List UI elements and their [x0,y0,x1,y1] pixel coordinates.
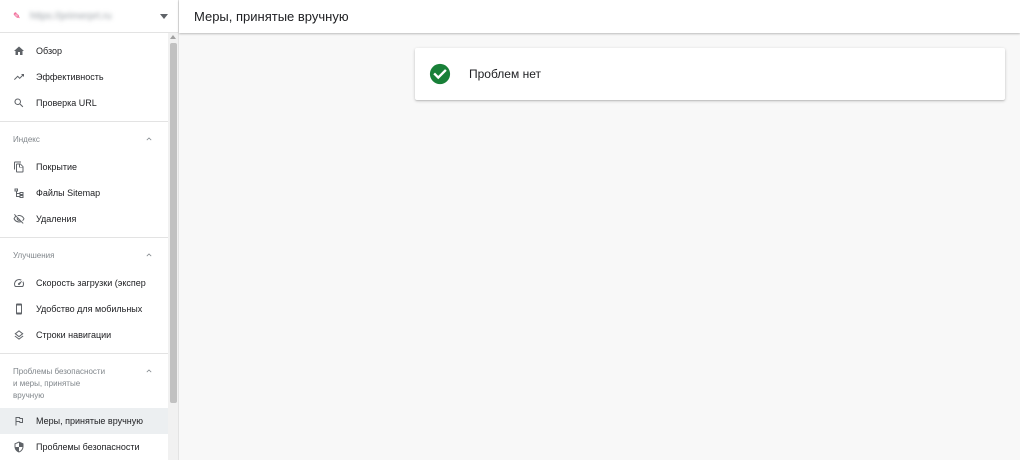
visibility-off-icon [13,213,25,225]
sidebar-item-label: Проверка URL [36,98,97,108]
sidebar-item-page-speed[interactable]: Скорость загрузки (экспер [0,270,168,296]
sidebar-item-label: Покрытие [36,162,78,172]
chevron-up-icon [144,250,154,264]
sidebar-item-label: Проблемы безопасности [36,442,140,452]
section-header-enhancements[interactable]: Улучшения [0,238,168,270]
sidebar-item-label: Удобство для мобильных [36,304,143,314]
scroll-up-arrow-icon[interactable] [170,35,176,39]
home-icon [13,45,25,57]
sitemap-icon [13,187,25,199]
page-header: Меры, принятые вручную [179,0,1020,33]
sidebar-item-manual-actions[interactable]: Меры, принятые вручную [0,408,168,434]
status-card: Проблем нет [415,48,1005,100]
section-title: Индекс [13,135,40,144]
sidebar-scrollbar[interactable] [168,33,178,460]
section-title-line: Проблемы безопасности [13,367,106,376]
sidebar-item-label: Скорость загрузки (экспер [36,278,146,288]
page-title: Меры, принятые вручную [194,9,349,24]
sidebar-item-sitemaps[interactable]: Файлы Sitemap [0,180,168,206]
section-title: Проблемы безопасности и меры, принятые в… [13,366,105,402]
flag-icon [13,415,25,427]
chevron-up-icon [144,134,154,148]
shield-icon [13,441,25,453]
check-circle-icon [429,63,451,85]
sidebar-item-breadcrumbs[interactable]: Строки навигации [0,322,168,348]
chevron-up-icon [144,366,154,380]
sidebar-item-url-inspection[interactable]: Проверка URL [0,90,168,116]
sidebar-item-coverage[interactable]: Покрытие [0,154,168,180]
trending-up-icon [13,71,25,83]
section-title: Улучшения [13,251,55,260]
sidebar-nav: Обзор Эффективность Проверка URL Индекс … [0,33,168,460]
site-favicon-icon: ✎ [13,10,21,21]
section-title-line: и меры, принятые [13,379,81,388]
status-message: Проблем нет [469,67,541,81]
phone-icon [13,303,25,315]
sidebar-item-label: Файлы Sitemap [36,188,101,198]
sidebar-item-removals[interactable]: Удаления [0,206,168,232]
sidebar-item-label: Обзор [36,46,62,56]
property-name: https://primerprt.ru [30,10,112,22]
speed-icon [13,277,25,289]
scrollbar-thumb[interactable] [170,43,177,403]
section-header-security[interactable]: Проблемы безопасности и меры, принятые в… [0,354,168,408]
copy-icon [13,161,25,173]
search-icon [13,97,25,109]
sidebar-item-label: Меры, принятые вручную [36,416,144,426]
sidebar-item-mobile-usability[interactable]: Удобство для мобильных [0,296,168,322]
sidebar-item-overview[interactable]: Обзор [0,38,168,64]
sidebar-item-security-issues[interactable]: Проблемы безопасности [0,434,168,460]
sidebar: ✎ https://primerprt.ru Обзор Эффективнос… [0,0,179,460]
sidebar-item-performance[interactable]: Эффективность [0,64,168,90]
dropdown-caret-icon [160,13,168,19]
property-selector[interactable]: ✎ https://primerprt.ru [0,0,178,33]
sidebar-item-label: Удаления [36,214,77,224]
section-header-index[interactable]: Индекс [0,122,168,154]
layers-icon [13,329,25,341]
section-title-line: вручную [13,391,45,400]
sidebar-item-label: Строки навигации [36,330,112,340]
sidebar-item-label: Эффективность [36,72,104,82]
